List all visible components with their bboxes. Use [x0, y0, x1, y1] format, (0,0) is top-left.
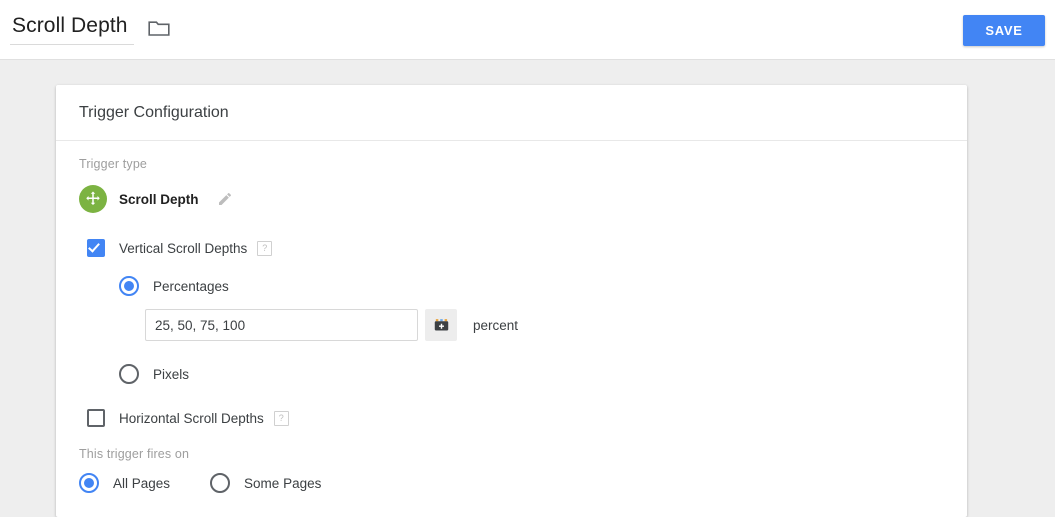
percentages-input-row: percent	[145, 309, 944, 341]
fires-on-radio-group: All Pages Some Pages	[79, 473, 944, 493]
save-button[interactable]: SAVE	[963, 15, 1045, 46]
pixels-radio-row[interactable]: Pixels	[119, 363, 944, 385]
page-title[interactable]: Scroll Depth	[10, 13, 134, 45]
pixels-label: Pixels	[153, 366, 190, 382]
horizontal-scroll-depths-help-icon[interactable]: ?	[273, 410, 289, 426]
all-pages-radio[interactable]	[79, 473, 99, 493]
folder-icon[interactable]	[147, 19, 170, 37]
percentages-radio[interactable]	[119, 276, 139, 296]
some-pages-label: Some Pages	[244, 475, 322, 491]
top-bar: Scroll Depth SAVE	[0, 0, 1055, 60]
pencil-icon[interactable]	[217, 191, 233, 207]
vertical-scroll-depths-checkbox[interactable]	[87, 239, 105, 257]
trigger-type-name: Scroll Depth	[119, 191, 199, 207]
percentages-radio-row[interactable]: Percentages	[119, 275, 944, 297]
all-pages-radio-row[interactable]: All Pages	[79, 473, 170, 493]
some-pages-radio-row[interactable]: Some Pages	[210, 473, 321, 493]
vertical-scroll-depths-help-icon[interactable]: ?	[257, 240, 273, 256]
pixels-radio[interactable]	[119, 364, 139, 384]
vertical-scroll-depths-checkbox-row[interactable]: Vertical Scroll Depths ?	[87, 237, 944, 259]
scroll-depth-move-icon	[79, 185, 107, 213]
trigger-type-label: Trigger type	[79, 157, 148, 171]
some-pages-radio[interactable]	[210, 473, 231, 493]
fires-on-label: This trigger fires on	[79, 447, 190, 461]
percent-unit-label: percent	[473, 317, 519, 333]
insert-variable-button[interactable]	[425, 309, 457, 341]
card-header: Trigger Configuration	[56, 85, 967, 141]
horizontal-scroll-depths-checkbox[interactable]	[87, 409, 105, 427]
percentages-label: Percentages	[153, 278, 229, 294]
card-body: Trigger type Scroll Depth Vertical Scrol…	[56, 141, 967, 517]
horizontal-scroll-depths-checkbox-row[interactable]: Horizontal Scroll Depths ?	[87, 407, 944, 429]
horizontal-scroll-depths-label: Horizontal Scroll Depths	[119, 410, 264, 426]
vertical-scroll-depths-label: Vertical Scroll Depths	[119, 240, 248, 256]
scroll-percentages-input[interactable]	[145, 309, 418, 341]
all-pages-label: All Pages	[113, 475, 171, 491]
title-area: Scroll Depth	[10, 13, 170, 45]
trigger-type-row[interactable]: Scroll Depth	[79, 183, 944, 215]
card-title: Trigger Configuration	[79, 103, 229, 121]
trigger-configuration-card: Trigger Configuration Trigger type Scrol…	[56, 85, 967, 517]
